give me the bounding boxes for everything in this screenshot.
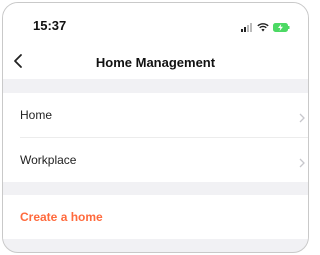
page-title: Home Management	[95, 55, 216, 70]
phone-frame: 15:37 Home Management Home Workplace Cre…	[2, 2, 309, 253]
list-item-label: Home	[20, 108, 53, 122]
battery-charging-icon	[273, 19, 290, 37]
create-home-label: Create a home	[20, 210, 103, 224]
chevron-right-icon	[298, 110, 306, 123]
list-item-label: Workplace	[20, 153, 77, 167]
nav-bar: Home Management	[3, 43, 308, 79]
wifi-icon	[257, 19, 269, 37]
actions-group: Create a home	[3, 195, 308, 239]
chevron-right-icon	[298, 155, 306, 168]
status-bar: 15:37	[3, 3, 308, 43]
status-time: 15:37	[33, 18, 67, 33]
create-home-button[interactable]: Create a home	[3, 195, 308, 239]
homes-list: Home Workplace	[3, 93, 308, 182]
status-icons	[241, 19, 290, 37]
signal-icon	[241, 19, 253, 37]
list-item-workplace[interactable]: Workplace	[3, 138, 308, 182]
list-item-home[interactable]: Home	[3, 93, 308, 137]
